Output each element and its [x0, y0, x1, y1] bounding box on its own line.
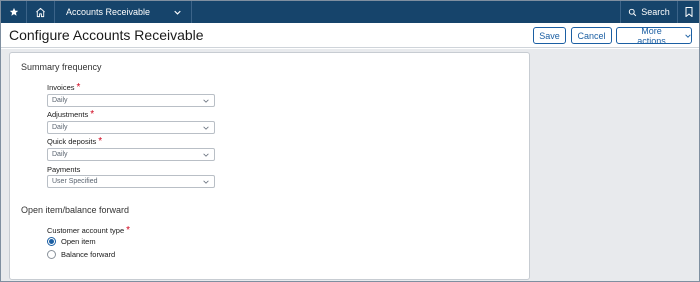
chevron-down-icon: [685, 33, 691, 38]
invoices-select[interactable]: Daily: [47, 94, 215, 107]
search-icon: [629, 8, 637, 16]
chevron-down-icon: [203, 126, 209, 130]
favorites-button[interactable]: [1, 1, 27, 23]
payments-label: Payments: [47, 165, 81, 174]
customer-account-type-label: Customer account type *: [47, 225, 131, 236]
save-button[interactable]: Save: [533, 27, 566, 44]
chevron-down-icon: [203, 99, 209, 103]
more-actions-label: More actions: [637, 25, 666, 46]
open-item-radio-option[interactable]: Open item: [47, 237, 96, 246]
open-item-label: Open item: [61, 237, 96, 246]
search-button[interactable]: Search: [621, 1, 678, 23]
adjustments-select[interactable]: Daily: [47, 121, 215, 134]
balance-forward-radio[interactable]: [47, 250, 56, 259]
more-actions-button[interactable]: More actions: [616, 25, 692, 46]
module-label: Accounts Receivable: [66, 7, 151, 17]
quick-deposits-label: Quick deposits *: [47, 136, 103, 147]
cancel-button[interactable]: Cancel: [571, 27, 612, 44]
adjustments-label: Adjustments *: [47, 109, 95, 120]
required-marker: *: [126, 225, 131, 236]
open-item-radio[interactable]: [47, 237, 56, 246]
content-area: Summary frequency Invoices * Daily Adjust…: [1, 49, 699, 281]
open-item-heading: Open item/balance forward: [21, 205, 130, 215]
bookmark-button[interactable]: [678, 1, 699, 23]
configuration-panel: Summary frequency Invoices * Daily Adjust…: [9, 52, 530, 280]
quick-deposits-select[interactable]: Daily: [47, 148, 215, 161]
home-button[interactable]: [27, 1, 55, 23]
star-icon: [9, 7, 18, 16]
required-marker: *: [98, 136, 103, 147]
top-nav-bar: Accounts Receivable Search: [1, 1, 699, 23]
required-marker: *: [76, 82, 81, 93]
home-icon: [36, 7, 45, 17]
balance-forward-radio-option[interactable]: Balance forward: [47, 250, 115, 259]
bookmark-icon: [685, 7, 692, 17]
top-nav-spacer: [192, 1, 621, 23]
chevron-down-icon: [203, 153, 209, 157]
required-marker: *: [90, 109, 95, 120]
search-label: Search: [641, 7, 670, 17]
summary-frequency-heading: Summary frequency: [21, 62, 102, 72]
chevron-down-icon: [174, 10, 181, 15]
page-header: Configure Accounts Receivable Save Cance…: [1, 23, 699, 48]
page-title: Configure Accounts Receivable: [9, 27, 204, 43]
invoices-label: Invoices *: [47, 82, 81, 93]
module-dropdown[interactable]: Accounts Receivable: [55, 1, 192, 23]
balance-forward-label: Balance forward: [61, 250, 116, 259]
payments-select[interactable]: User Specified: [47, 175, 215, 188]
chevron-down-icon: [203, 180, 209, 184]
